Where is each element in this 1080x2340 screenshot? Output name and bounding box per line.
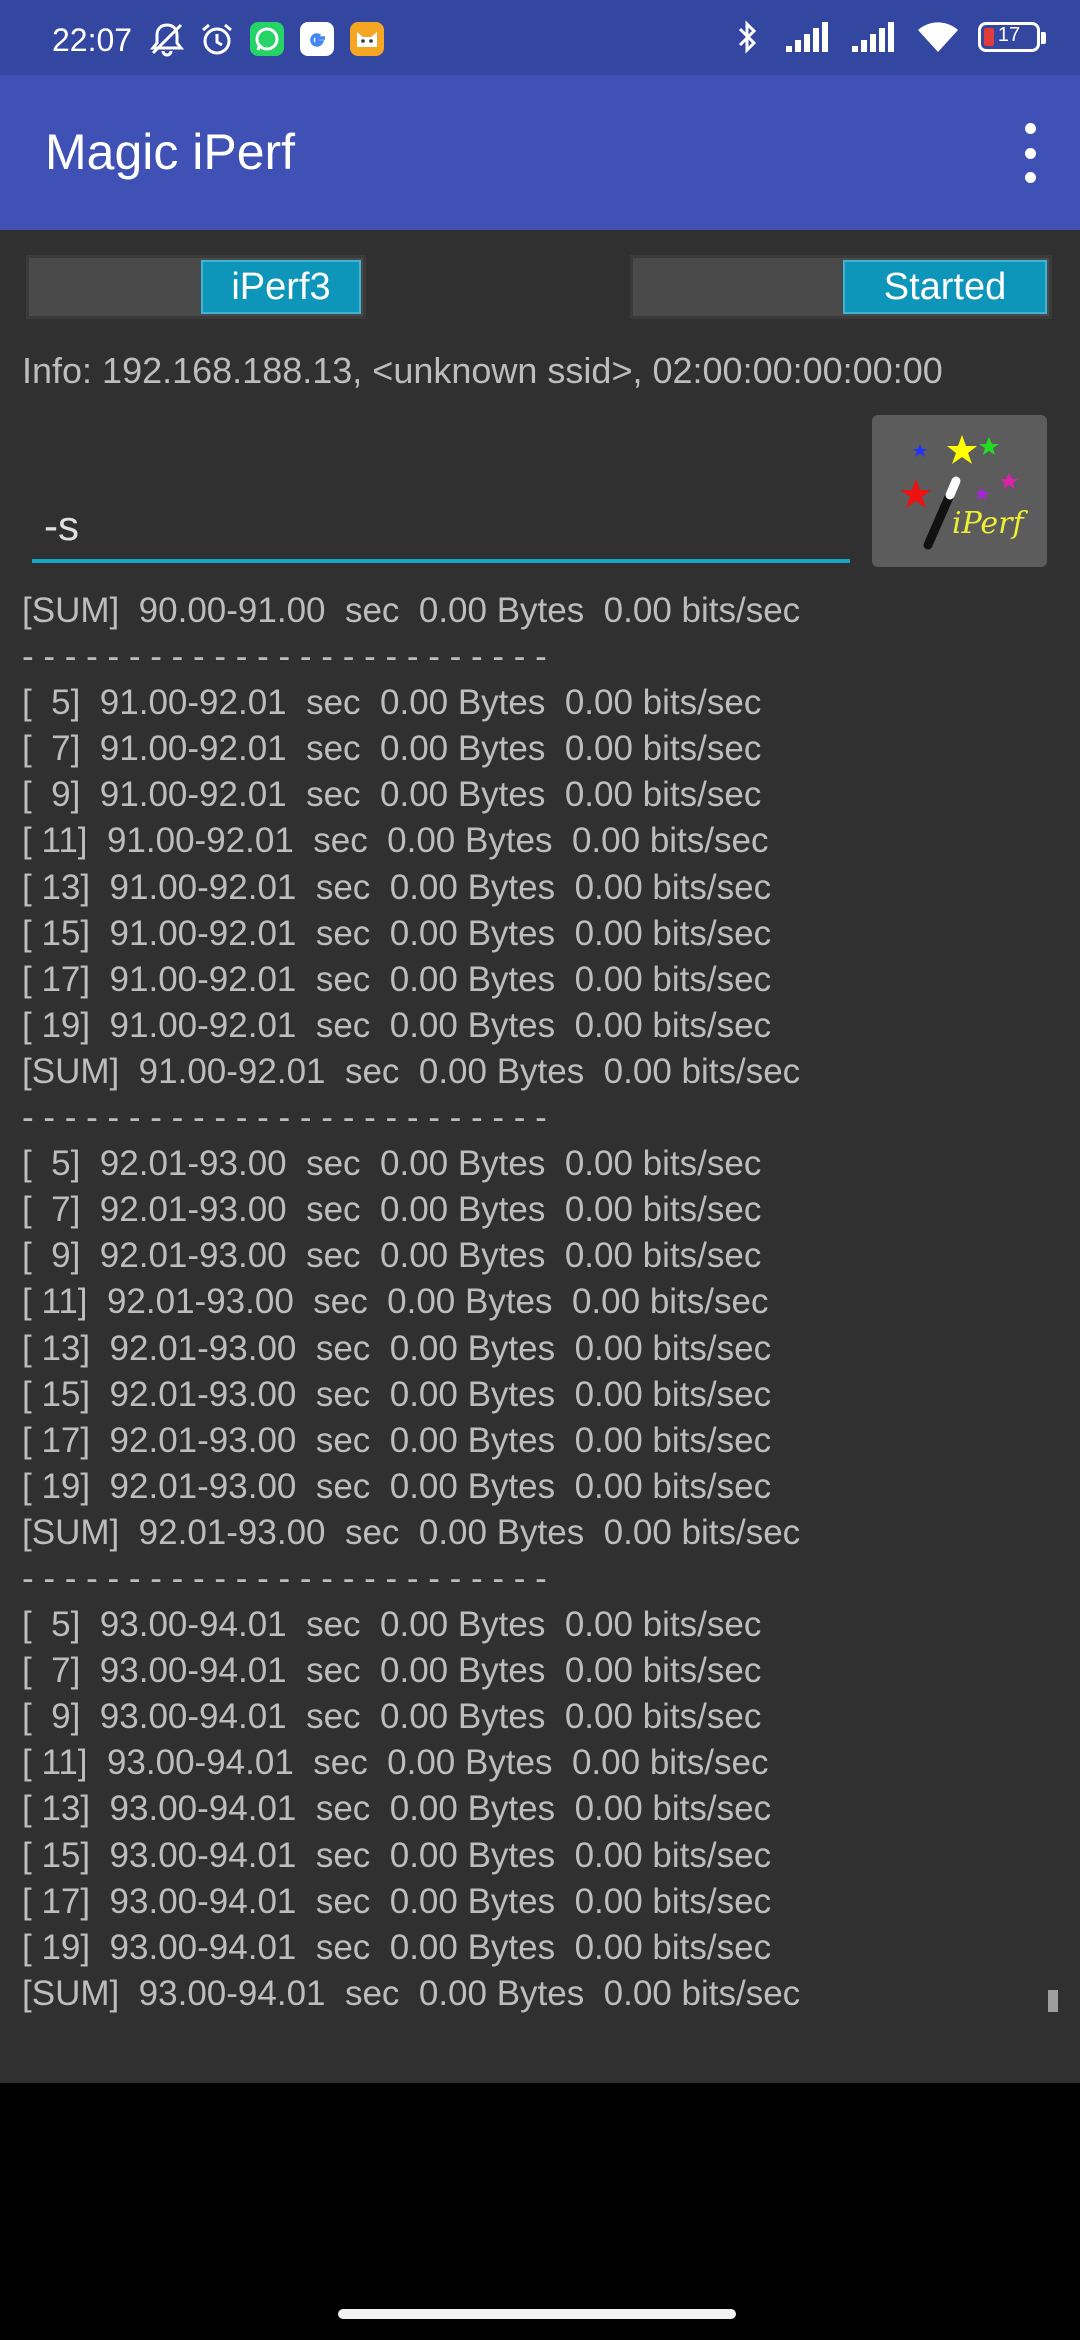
muted-notifications-icon — [148, 20, 186, 58]
log-line: [SUM] 93.00-94.01 sec 0.00 Bytes 0.00 bi… — [22, 1973, 801, 2013]
server-state-toggle[interactable]: Started — [630, 255, 1052, 319]
status-right-icons: 17 — [728, 18, 1046, 56]
iperf-version-label: iPerf3 — [201, 260, 361, 314]
log-line: [ 19] 91.00-92.01 sec 0.00 Bytes 0.00 bi… — [22, 1005, 772, 1045]
log-line: [ 5] 92.01-93.00 sec 0.00 Bytes 0.00 bit… — [22, 1144, 762, 1184]
log-line: [ 15] 92.01-93.00 sec 0.00 Bytes 0.00 bi… — [22, 1374, 772, 1414]
network-info: Info: 192.168.188.13, <unknown ssid>, 02… — [22, 350, 943, 391]
battery-level: 17 — [997, 24, 1021, 46]
log-line: [ 13] 92.01-93.00 sec 0.00 Bytes 0.00 bi… — [22, 1328, 772, 1368]
status-time: 22:07 — [52, 22, 133, 58]
log-line: [ 7] 91.00-92.01 sec 0.00 Bytes 0.00 bit… — [22, 729, 762, 769]
log-line: [ 15] 93.00-94.01 sec 0.00 Bytes 0.00 bi… — [22, 1835, 772, 1875]
log-line: [ 5] 91.00-92.01 sec 0.00 Bytes 0.00 bit… — [22, 683, 762, 723]
bluetooth-icon — [728, 18, 766, 56]
home-indicator[interactable] — [338, 2309, 736, 2319]
log-line: [ 13] 91.00-92.01 sec 0.00 Bytes 0.00 bi… — [22, 867, 772, 907]
google-icon — [298, 20, 336, 58]
log-line: [ 7] 93.00-94.01 sec 0.00 Bytes 0.00 bit… — [22, 1651, 762, 1691]
log-line: [ 17] 93.00-94.01 sec 0.00 Bytes 0.00 bi… — [22, 1881, 772, 1921]
log-line: [ 11] 93.00-94.01 sec 0.00 Bytes 0.00 bi… — [22, 1743, 769, 1783]
whatsapp-icon — [248, 20, 286, 58]
log-line: [ 11] 92.01-93.00 sec 0.00 Bytes 0.00 bi… — [22, 1282, 769, 1322]
battery-indicator: 17 — [978, 22, 1046, 52]
log-line: [SUM] 90.00-91.00 sec 0.00 Bytes 0.00 bi… — [22, 591, 801, 630]
log-line: [SUM] 91.00-92.01 sec 0.00 Bytes 0.00 bi… — [22, 1051, 801, 1091]
log-scrollbar[interactable] — [1048, 1990, 1058, 2012]
log-line: - - - - - - - - - - - - - - - - - - - - … — [22, 1558, 547, 1598]
log-line: [ 5] 93.00-94.01 sec 0.00 Bytes 0.00 bit… — [22, 1605, 762, 1645]
log-line: [SUM] 92.01-93.00 sec 0.00 Bytes 0.00 bi… — [22, 1512, 801, 1552]
signal-icon — [784, 18, 832, 56]
log-line: - - - - - - - - - - - - - - - - - - - - … — [22, 637, 547, 677]
more-vert-icon[interactable] — [1002, 123, 1058, 183]
app-bar: Magic iPerf — [0, 75, 1080, 230]
log-line: [ 9] 92.01-93.00 sec 0.00 Bytes 0.00 bit… — [22, 1236, 762, 1276]
log-line: [ 13] 93.00-94.01 sec 0.00 Bytes 0.00 bi… — [22, 1789, 772, 1829]
magic-run-button[interactable]: iPerf — [872, 415, 1047, 567]
log-line: - - - - - - - - - - - - - - - - - - - - … — [22, 1098, 547, 1138]
app-title: Magic iPerf — [45, 124, 296, 180]
logo-text: iPerf — [952, 506, 1029, 541]
cat-app-icon — [348, 20, 386, 58]
iperf-version-toggle[interactable]: iPerf3 — [26, 255, 366, 319]
signal-icon — [850, 18, 898, 56]
wifi-icon — [916, 18, 960, 56]
output-log[interactable]: [SUM] 90.00-91.00 sec 0.00 Bytes 0.00 bi… — [22, 588, 1062, 2083]
log-line: [ 9] 91.00-92.01 sec 0.00 Bytes 0.00 bit… — [22, 775, 762, 815]
log-line: [ 19] 93.00-94.01 sec 0.00 Bytes 0.00 bi… — [22, 1927, 772, 1967]
status-bar: 22:07 17 — [0, 0, 1080, 75]
command-input[interactable] — [32, 493, 850, 563]
log-line: [ 7] 92.01-93.00 sec 0.00 Bytes 0.00 bit… — [22, 1190, 762, 1230]
log-line: [ 9] 93.00-94.01 sec 0.00 Bytes 0.00 bit… — [22, 1697, 762, 1737]
server-state-label: Started — [843, 260, 1047, 314]
log-line: [ 19] 92.01-93.00 sec 0.00 Bytes 0.00 bi… — [22, 1466, 772, 1506]
main-content: iPerf3 Started Info: 192.168.188.13, <un… — [0, 230, 1080, 2083]
status-left-icons — [148, 20, 386, 58]
log-line: [ 17] 91.00-92.01 sec 0.00 Bytes 0.00 bi… — [22, 959, 772, 999]
log-line: [ 11] 91.00-92.01 sec 0.00 Bytes 0.00 bi… — [22, 821, 769, 861]
log-line: [ 17] 92.01-93.00 sec 0.00 Bytes 0.00 bi… — [22, 1420, 772, 1460]
iperf-logo-icon: iPerf — [901, 435, 1029, 550]
alarm-icon — [198, 20, 236, 58]
log-line: [ 15] 91.00-92.01 sec 0.00 Bytes 0.00 bi… — [22, 913, 772, 953]
navigation-bar — [0, 2083, 1080, 2340]
